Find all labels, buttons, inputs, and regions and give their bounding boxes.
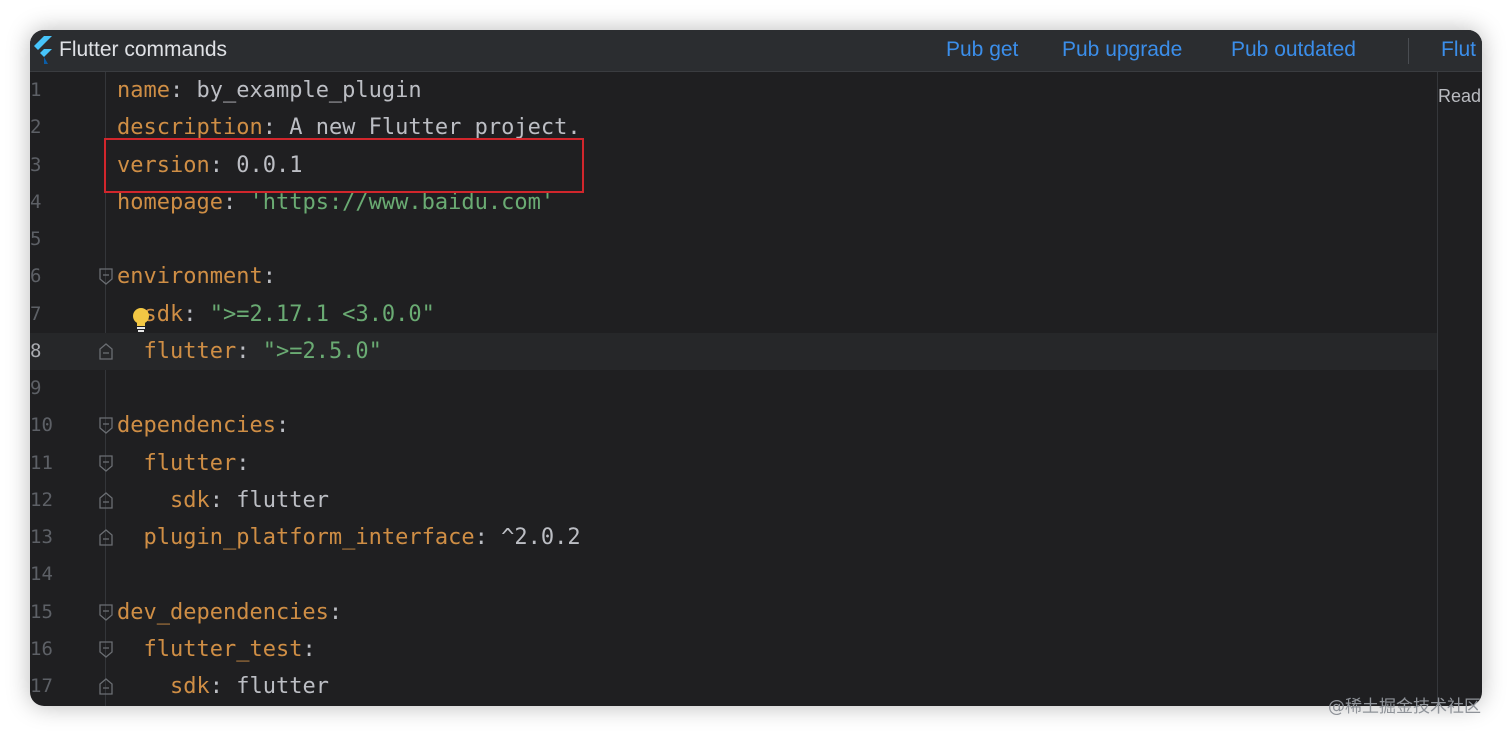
yaml-colon: :	[222, 189, 237, 215]
flutter-commands-bar: Flutter commands Pub get Pub upgrade Pub…	[30, 30, 1482, 72]
code-line[interactable]: 5	[30, 221, 1437, 258]
yaml-key: name	[117, 78, 170, 103]
yaml-colon: :	[328, 599, 343, 625]
line-number: 2	[30, 116, 42, 139]
yaml-key: sdk	[170, 674, 210, 699]
watermark-text: @稀土掘金技术社区	[1328, 697, 1481, 717]
yaml-key: dependencies	[117, 413, 276, 439]
line-number: 3	[30, 153, 42, 176]
yaml-value: A new Flutter project.	[289, 115, 581, 141]
fold-toggle-icon[interactable]	[99, 491, 113, 509]
code-line[interactable]: 13 plugin_platform_interface: ^2.0.2	[30, 519, 1437, 556]
lightbulb-icon[interactable]	[130, 306, 152, 332]
code-text: flutter_test:	[144, 631, 316, 668]
fold-toggle-icon[interactable]	[99, 454, 113, 472]
line-number: 16	[30, 637, 53, 660]
code-text: flutter: ">=2.5.0"	[144, 333, 382, 370]
yaml-value: 'https://www.baidu.com'	[249, 189, 555, 215]
fold-toggle-icon[interactable]	[99, 529, 113, 546]
code-line[interactable]: 8 flutter: ">=2.5.0"	[30, 332, 1437, 370]
line-number: 12	[30, 488, 53, 511]
code-text: name: by_example_plugin	[117, 72, 422, 109]
flutter-more-button[interactable]: Flut	[1441, 38, 1476, 62]
code-line[interactable]: 7 sdk: ">=2.17.1 <3.0.0"	[30, 296, 1437, 333]
code-text: dependencies:	[117, 407, 289, 444]
annotation-highlight-box	[104, 138, 584, 193]
fold-toggle-icon[interactable]	[99, 268, 113, 286]
fold-toggle-icon[interactable]	[99, 678, 113, 695]
line-number: 4	[30, 190, 42, 213]
line-number: 6	[30, 265, 42, 288]
yaml-value: flutter	[236, 487, 329, 513]
code-line[interactable]: 15 dev_dependencies:	[30, 594, 1437, 631]
line-number: 5	[30, 228, 42, 250]
yaml-key: description	[117, 115, 263, 141]
yaml-value: ">=2.17.1 <3.0.0"	[209, 301, 435, 327]
code-text: plugin_platform_interface: ^2.0.2	[144, 519, 581, 556]
yaml-colon: :	[169, 78, 184, 103]
yaml-colon: :	[302, 636, 316, 662]
line-number: 7	[30, 302, 42, 325]
code-line[interactable]: 11 flutter:	[30, 445, 1437, 482]
code-text: flutter:	[144, 445, 250, 482]
yaml-key: sdk	[170, 487, 210, 513]
yaml-colon: :	[275, 413, 290, 439]
code-line[interactable]: 16 flutter_test:	[30, 631, 1437, 668]
yaml-value: ">=2.5.0"	[262, 338, 382, 364]
code-line[interactable]: 6 environment:	[30, 258, 1437, 295]
yaml-key: environment	[117, 264, 263, 290]
yaml-colon: :	[236, 450, 250, 476]
fold-toggle-icon[interactable]	[99, 641, 113, 658]
yaml-key: homepage	[117, 189, 223, 215]
yaml-colon: :	[262, 115, 276, 141]
yaml-colon: :	[262, 264, 276, 290]
line-number: 17	[30, 675, 53, 697]
line-number: 15	[30, 600, 53, 623]
code-text: environment:	[117, 258, 276, 295]
line-number: 1	[30, 79, 42, 101]
code-line[interactable]: 10 dependencies:	[30, 407, 1437, 444]
code-text: sdk: flutter	[170, 482, 329, 519]
code-text: dev_dependencies:	[117, 594, 342, 631]
line-number: 9	[30, 377, 42, 399]
yaml-value: by_example_plugin	[196, 78, 422, 103]
code-text: sdk: ">=2.17.1 <3.0.0"	[144, 296, 435, 333]
yaml-key: flutter	[143, 338, 237, 364]
pub-outdated-button[interactable]: Pub outdated	[1231, 38, 1356, 62]
ide-window: Flutter commands Pub get Pub upgrade Pub…	[30, 30, 1482, 706]
line-number: 14	[30, 563, 53, 586]
line-number: 13	[30, 526, 53, 548]
line-number: 8	[30, 339, 42, 362]
pub-get-button[interactable]: Pub get	[946, 38, 1018, 62]
yaml-key: flutter_test	[143, 636, 303, 662]
fold-toggle-icon[interactable]	[99, 417, 113, 435]
line-number: 11	[30, 451, 53, 474]
code-line[interactable]: 17 sdk: flutter	[30, 668, 1437, 705]
code-line[interactable]: 9	[30, 370, 1437, 407]
yaml-colon: :	[209, 674, 223, 699]
fold-toggle-icon[interactable]	[99, 603, 113, 621]
flutter-logo-icon	[34, 36, 52, 64]
code-line[interactable]: 1 name: by_example_plugin	[30, 72, 1437, 109]
yaml-key: dev_dependencies	[117, 599, 329, 625]
pub-upgrade-button[interactable]: Pub upgrade	[1062, 38, 1182, 62]
yaml-colon: :	[236, 338, 250, 364]
yaml-key: flutter	[143, 450, 237, 476]
yaml-colon: :	[209, 487, 223, 513]
code-line[interactable]: 14	[30, 556, 1437, 593]
yaml-colon: :	[183, 301, 197, 327]
yaml-value: ^2.0.2	[501, 525, 581, 550]
code-text: sdk: flutter	[170, 668, 329, 705]
toolbar-divider	[1408, 38, 1409, 64]
fold-toggle-icon[interactable]	[99, 342, 113, 360]
code-line[interactable]: 12 sdk: flutter	[30, 482, 1437, 519]
flutter-commands-title: Flutter commands	[59, 38, 228, 61]
yaml-value: flutter	[236, 674, 329, 699]
yaml-colon: :	[474, 525, 488, 550]
yaml-key: plugin_platform_interface	[143, 525, 475, 550]
line-number: 10	[30, 414, 53, 437]
